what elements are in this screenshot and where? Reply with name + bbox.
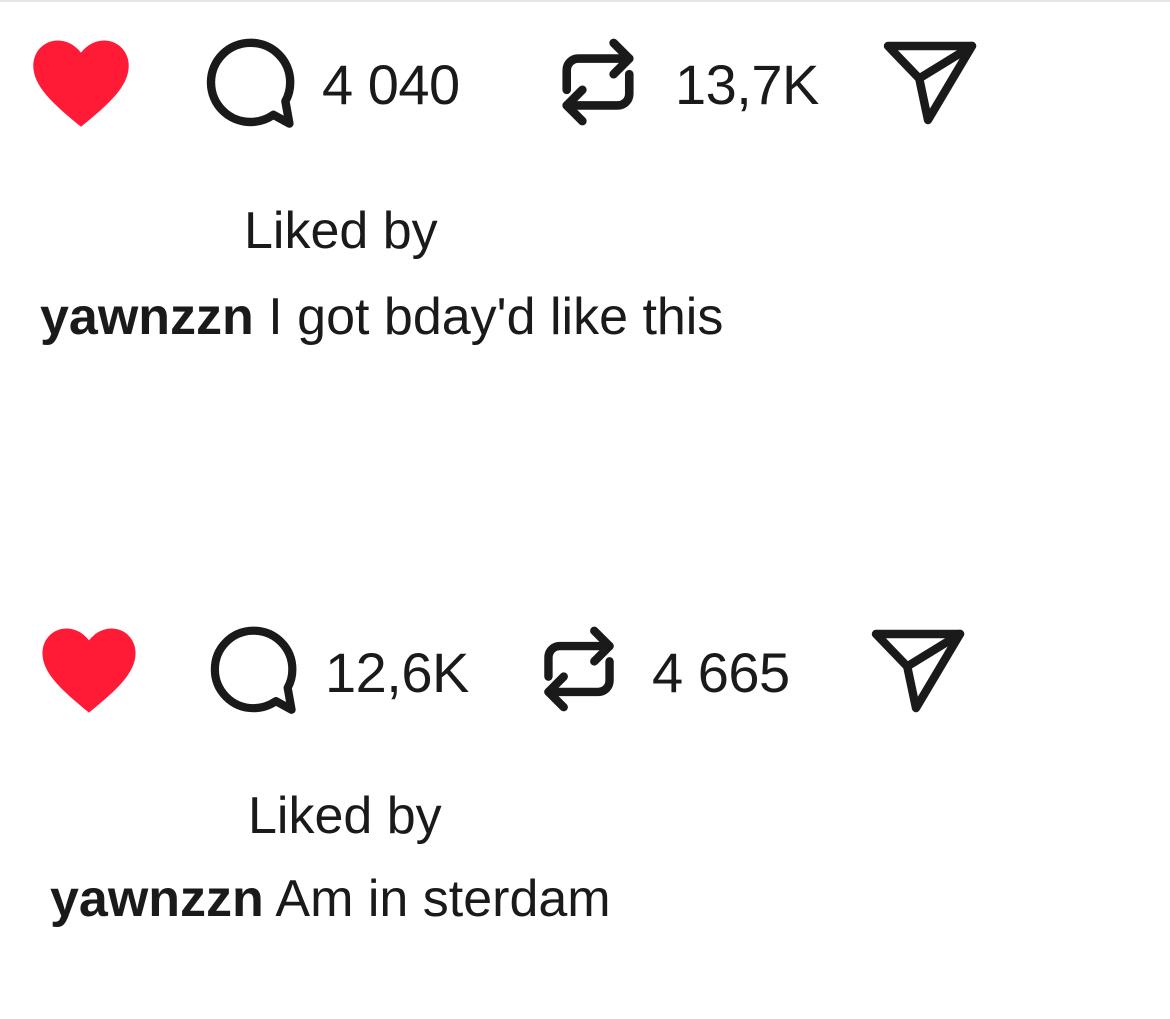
comment-bubble-icon[interactable] xyxy=(207,626,301,716)
liked-by-label: Liked by xyxy=(244,202,438,260)
send-icon[interactable] xyxy=(870,628,966,714)
post-1: 4 040 13,7K Liked by yawnzzn I got bday'… xyxy=(0,0,1170,400)
repost-icon[interactable] xyxy=(555,34,641,130)
heart-icon[interactable] xyxy=(40,626,138,714)
send-icon[interactable] xyxy=(882,40,978,126)
repost-icon[interactable] xyxy=(537,622,621,716)
liked-by-label: Liked by xyxy=(248,787,442,845)
comment-bubble-icon[interactable] xyxy=(203,38,299,130)
caption-text: Am in sterdam xyxy=(275,870,611,928)
post-2: 12,6K 4 665 Liked by yawnzzn Am in sterd… xyxy=(0,588,1170,988)
heart-icon[interactable] xyxy=(30,38,132,128)
caption-text: I got bday'd like this xyxy=(268,288,724,346)
repost-count: 13,7K xyxy=(675,53,819,116)
caption-username[interactable]: yawnzzn xyxy=(50,870,264,928)
comment-count: 4 040 xyxy=(322,53,460,116)
comment-count: 12,6K xyxy=(325,641,469,704)
caption-username[interactable]: yawnzzn xyxy=(40,288,254,346)
post-caption: yawnzzn I got bday'd like this xyxy=(40,291,723,343)
post-caption: yawnzzn Am in sterdam xyxy=(50,873,611,925)
repost-count: 4 665 xyxy=(652,641,790,704)
